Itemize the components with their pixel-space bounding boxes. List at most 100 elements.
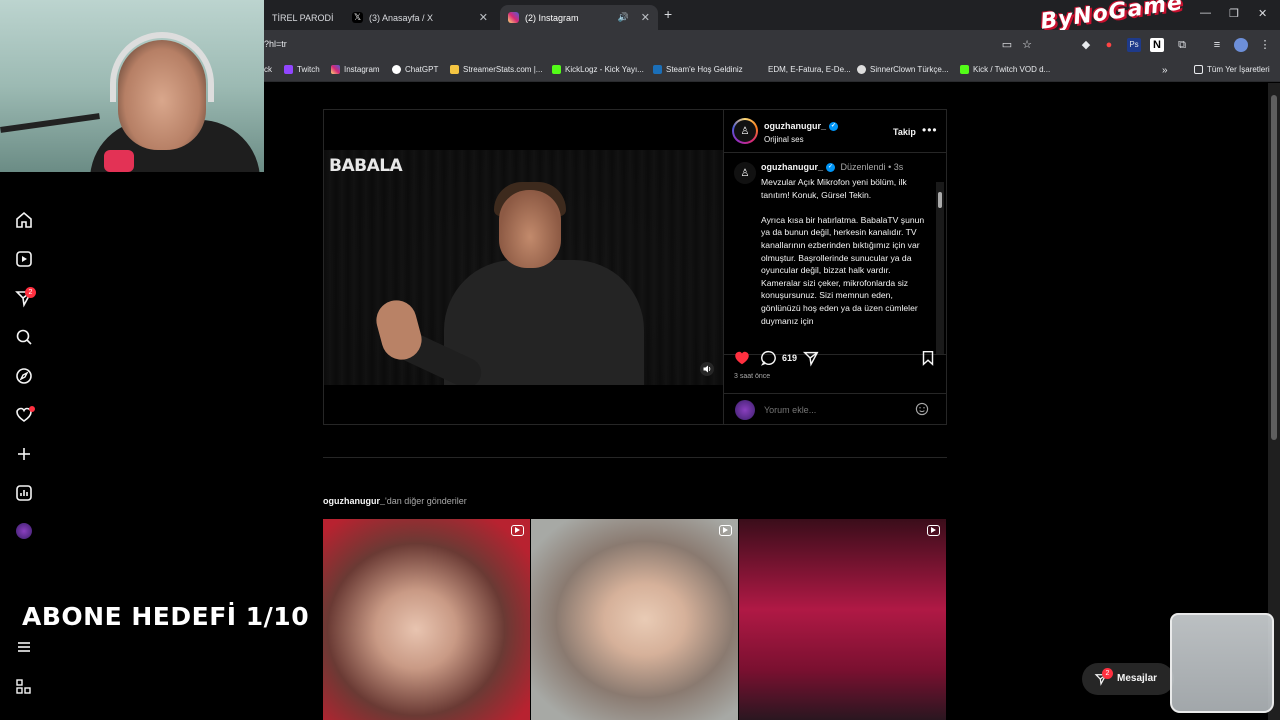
- x-logo-icon: 𝕏: [352, 12, 363, 23]
- post-header: ♙ oguzhanugur_ ✓ Orijinal ses Takip •••: [724, 110, 947, 153]
- audio-label[interactable]: Orijinal ses: [764, 135, 804, 144]
- section-divider: [323, 457, 947, 458]
- audio-playing-icon[interactable]: 🔊: [618, 12, 629, 23]
- my-avatar: [735, 400, 755, 420]
- bookmark-label: Twitch: [297, 65, 320, 74]
- folder-icon: [1194, 65, 1203, 74]
- steam-icon: [653, 65, 662, 74]
- minimize-button[interactable]: —: [1200, 7, 1211, 19]
- search-icon[interactable]: [14, 327, 34, 347]
- post-media[interactable]: BABALA: [324, 110, 723, 424]
- bookmark-item[interactable]: ck: [264, 65, 272, 74]
- close-window-button[interactable]: ✕: [1258, 7, 1267, 20]
- close-tab-icon[interactable]: ✕: [641, 11, 650, 24]
- caption-time: 3s: [893, 162, 904, 172]
- twitch-icon: [284, 65, 293, 74]
- bookmark-item[interactable]: SinnerClown Türkçe...: [857, 65, 949, 74]
- post-sidebar: ♙ oguzhanugur_ ✓ Orijinal ses Takip ••• ♙…: [723, 110, 947, 425]
- tab-label: TİREL PARODİ: [272, 12, 334, 23]
- share-icon[interactable]: [802, 349, 820, 367]
- reels-icon[interactable]: [14, 249, 34, 269]
- bookmark-item[interactable]: EDM, E-Fatura, E-De...: [768, 65, 851, 74]
- tab-label: (3) Anasayfa / X: [369, 12, 434, 23]
- restore-button[interactable]: ❐: [1229, 7, 1239, 20]
- tab-x[interactable]: 𝕏 (3) Anasayfa / X ✕: [344, 5, 496, 30]
- author-username[interactable]: oguzhanugur_ ✓: [764, 121, 838, 132]
- bookmark-label: EDM, E-Fatura, E-De...: [768, 65, 851, 74]
- browser-menu-icon[interactable]: ⋮: [1258, 38, 1272, 52]
- like-icon[interactable]: [733, 349, 751, 367]
- bookmark-label: SinnerClown Türkçe...: [870, 65, 949, 74]
- page-scroll-thumb[interactable]: [1271, 95, 1277, 440]
- more-posts-username[interactable]: oguzhanugur_: [323, 496, 385, 506]
- reel-icon: [719, 525, 732, 536]
- tab-instagram[interactable]: (2) Instagram 🔊 ✕: [500, 5, 658, 30]
- messages-button[interactable]: 2 Mesajlar: [1082, 663, 1174, 695]
- extension-record-icon[interactable]: ●: [1102, 38, 1116, 52]
- kick-icon: [960, 65, 969, 74]
- cast-icon[interactable]: ▭: [1000, 38, 1014, 52]
- bookmark-label: Steam'e Hoş Geldiniz: [666, 65, 743, 74]
- chatgpt-icon: [392, 65, 401, 74]
- edited-label: Düzenlendi: [840, 162, 886, 172]
- comment-icon[interactable]: [760, 349, 778, 367]
- extension-ps-icon[interactable]: Ps: [1127, 38, 1141, 52]
- author-avatar[interactable]: ♙: [732, 118, 758, 144]
- verified-badge-icon: ✓: [826, 163, 835, 173]
- emoji-icon[interactable]: [914, 401, 930, 417]
- post-actions: 619 3 saat önce: [724, 350, 947, 425]
- caption-scrollbar[interactable]: [936, 182, 944, 354]
- bookmark-item[interactable]: StreamerStats.com |...: [450, 65, 542, 74]
- bookmark-label: KickLogz - Kick Yayı...: [565, 65, 644, 74]
- menu-icon[interactable]: [14, 637, 34, 657]
- media-control-icon[interactable]: ≡: [1210, 38, 1224, 52]
- caption-avatar[interactable]: ♙: [734, 162, 756, 184]
- profile-avatar-icon[interactable]: [1234, 38, 1248, 52]
- bookmark-item[interactable]: Steam'e Hoş Geldiniz: [653, 65, 743, 74]
- caption-author[interactable]: oguzhanugur_: [761, 162, 823, 172]
- bookmark-item[interactable]: Instagram: [331, 65, 380, 74]
- reel-icon: [927, 525, 940, 536]
- caption-meta: oguzhanugur_ ✓ Düzenlendi • 3s: [761, 162, 904, 173]
- profile-icon[interactable]: [16, 523, 32, 539]
- more-options-icon[interactable]: •••: [922, 123, 938, 137]
- home-icon[interactable]: [14, 210, 34, 230]
- streamerstats-icon: [450, 65, 459, 74]
- more-post-thumbnail[interactable]: [531, 519, 738, 720]
- bookmark-item[interactable]: Twitch: [284, 65, 320, 74]
- more-post-thumbnail[interactable]: [323, 519, 530, 720]
- bookmark-item[interactable]: Kick / Twitch VOD d...: [960, 65, 1050, 74]
- all-bookmarks[interactable]: Tüm Yer İşaretleri: [1194, 65, 1270, 74]
- bookmark-star-icon[interactable]: ☆: [1020, 38, 1034, 52]
- instagram-icon: [331, 65, 340, 74]
- avatar-figure-icon: ♙: [740, 167, 750, 179]
- author-username-text: oguzhanugur_: [764, 121, 826, 131]
- notion-icon[interactable]: N: [1150, 38, 1164, 52]
- save-icon[interactable]: [919, 349, 937, 367]
- more-post-thumbnail[interactable]: [739, 519, 946, 720]
- create-icon[interactable]: [14, 444, 34, 464]
- webcam-overlay: [0, 0, 264, 172]
- sinnerclown-icon: [857, 65, 866, 74]
- volume-icon[interactable]: [700, 362, 714, 376]
- close-tab-icon[interactable]: ✕: [479, 11, 488, 24]
- bookmark-item[interactable]: ChatGPT: [392, 65, 438, 74]
- comment-box: [724, 393, 947, 425]
- extension-icon[interactable]: ◆: [1079, 38, 1093, 52]
- bookmark-item[interactable]: KickLogz - Kick Yayı...: [552, 65, 644, 74]
- extensions-puzzle-icon[interactable]: ⧉: [1175, 38, 1189, 52]
- post-video[interactable]: BABALA: [324, 150, 723, 385]
- dashboard-icon[interactable]: [14, 483, 34, 503]
- tab-parodi[interactable]: TİREL PARODİ: [264, 5, 344, 30]
- more-icon[interactable]: [14, 677, 34, 697]
- url-field[interactable]: ?hl=tr: [264, 39, 287, 49]
- explore-icon[interactable]: [14, 366, 34, 386]
- comment-input[interactable]: [764, 403, 904, 417]
- bookmark-label: ChatGPT: [405, 65, 439, 74]
- post-card: BABALA ♙ oguzhanugur_ ✓ Orijinal ses Taki…: [323, 109, 947, 425]
- bookmark-label: Instagram: [344, 65, 380, 74]
- caption-scroll-thumb[interactable]: [938, 192, 942, 208]
- new-tab-button[interactable]: +: [664, 6, 672, 22]
- more-bookmarks-icon[interactable]: »: [1162, 65, 1168, 76]
- follow-button[interactable]: Takip: [893, 127, 916, 137]
